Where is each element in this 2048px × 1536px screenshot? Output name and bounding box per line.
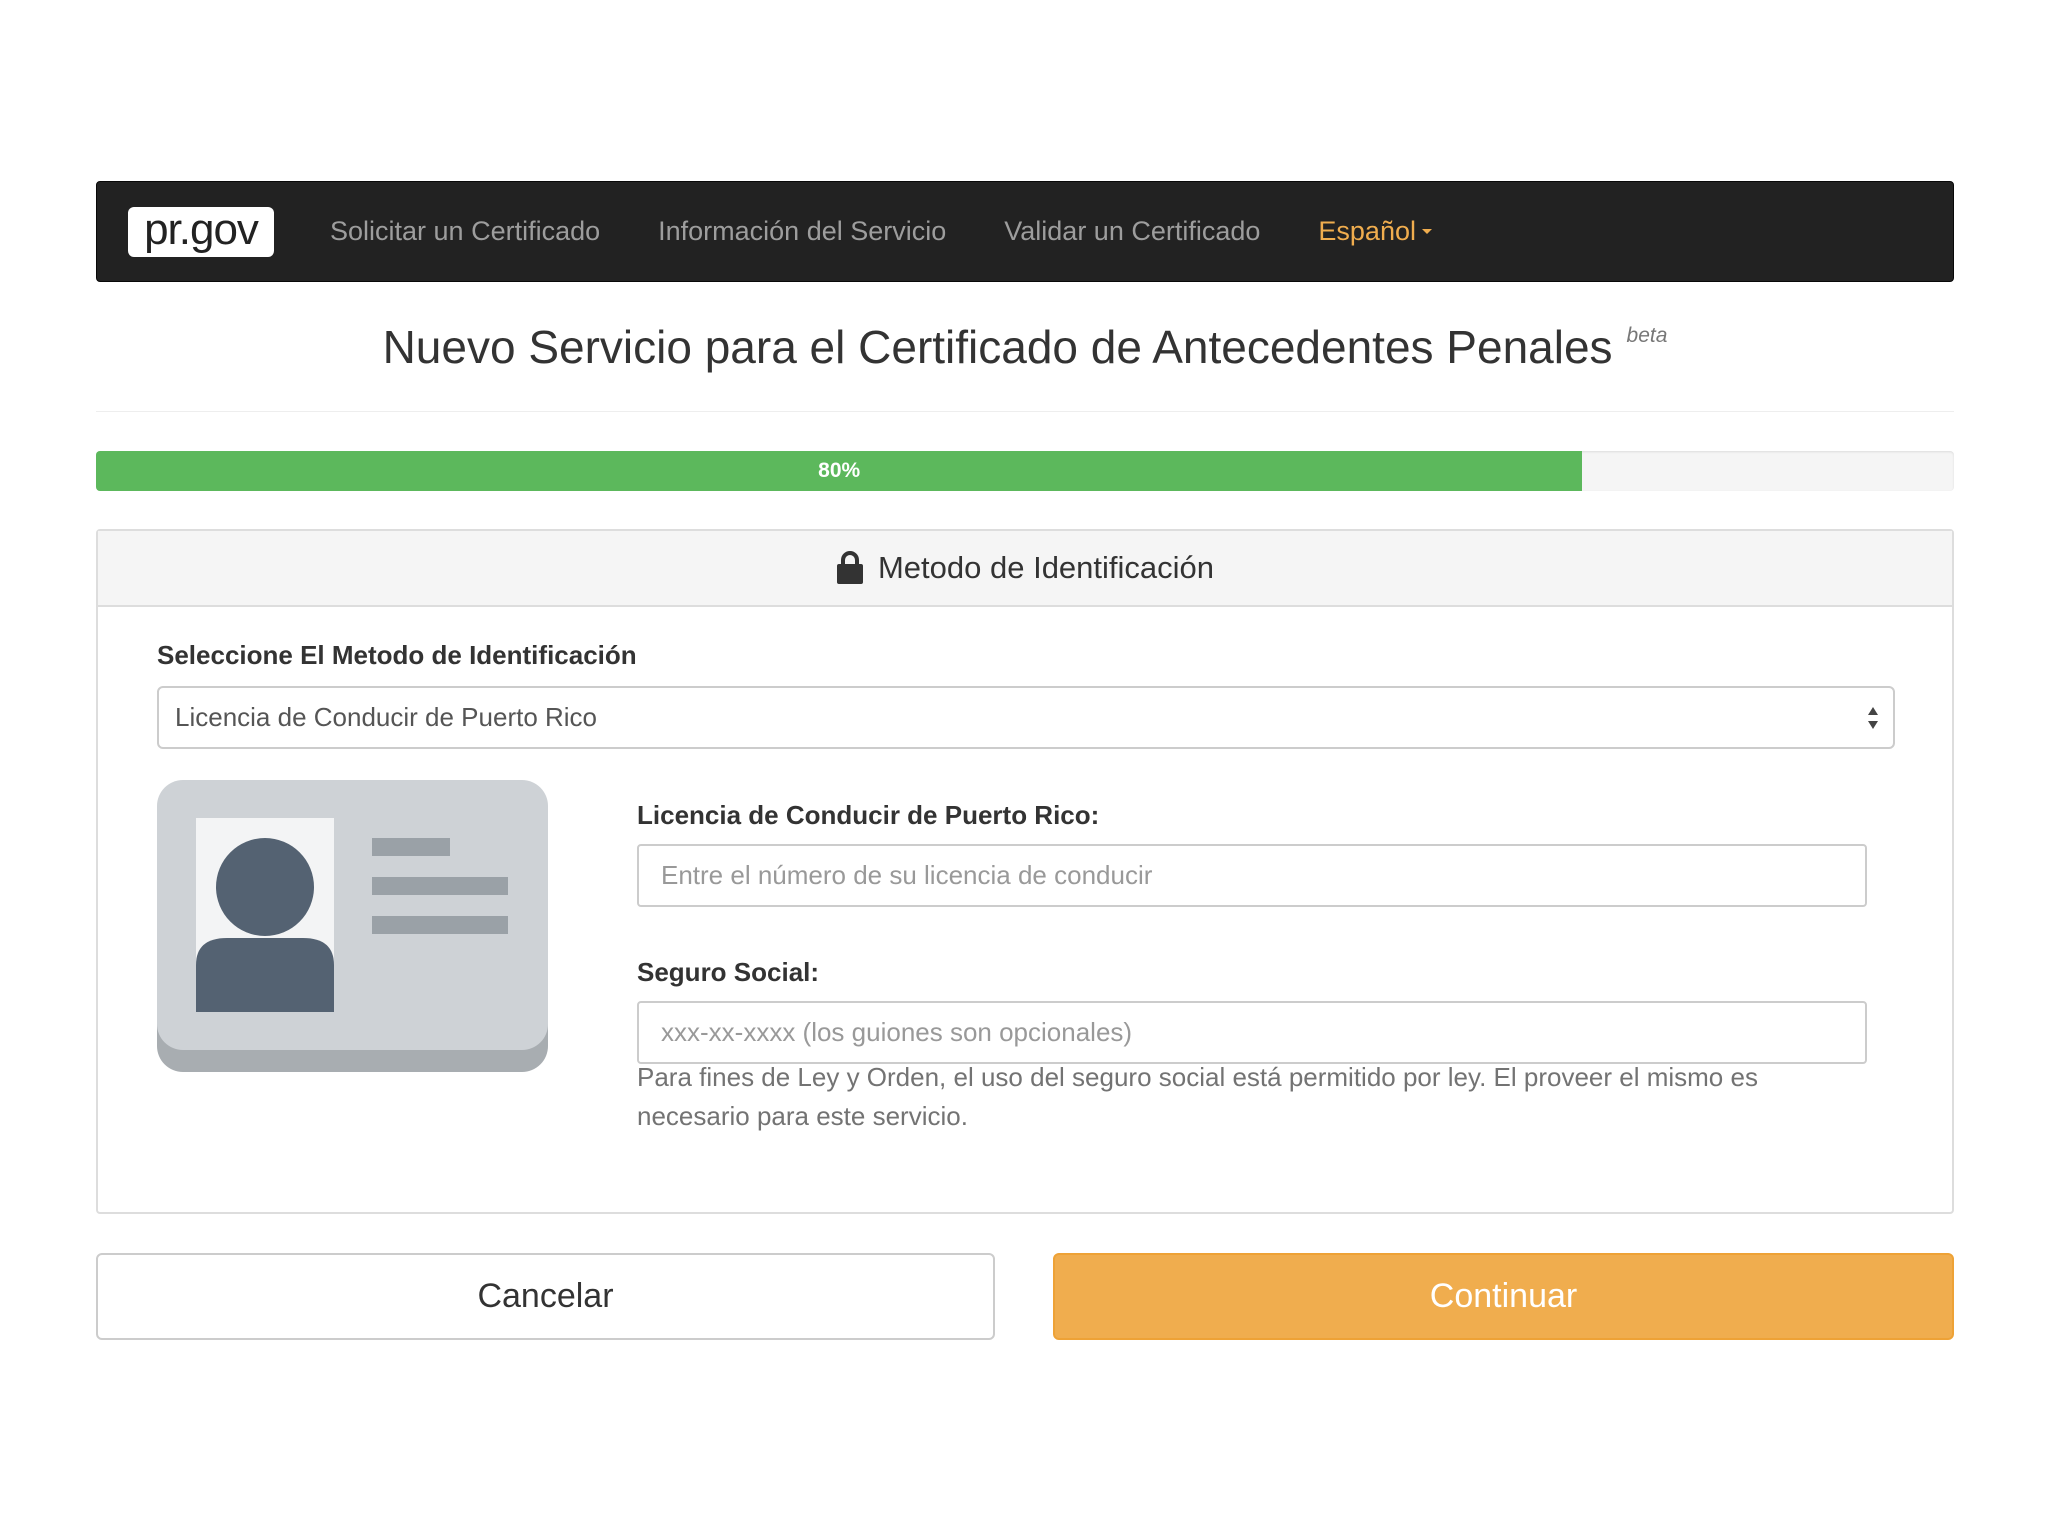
page-title: Nuevo Servicio para el Certificado de An…: [382, 321, 1613, 373]
ssn-input[interactable]: [637, 1001, 1867, 1064]
ssn-help-text: Para fines de Ley y Orden, el uso del se…: [637, 1062, 1758, 1131]
panel-title: Metodo de Identificación: [877, 550, 1215, 585]
brand-logo[interactable]: pr.gov: [128, 204, 274, 257]
cancel-button[interactable]: Cancelar: [96, 1253, 995, 1340]
title-divider: [96, 411, 1954, 412]
language-label: Español: [1318, 216, 1416, 246]
license-number-input[interactable]: [637, 844, 1867, 907]
continue-button[interactable]: Continuar: [1053, 1253, 1954, 1340]
beta-badge: beta: [1626, 324, 1668, 347]
nav-link-solicitar[interactable]: Solicitar un Certificado: [330, 216, 600, 247]
language-dropdown[interactable]: Español: [1318, 216, 1432, 247]
nav-link-validar[interactable]: Validar un Certificado: [1004, 216, 1260, 247]
progress-label: 80%: [818, 459, 861, 482]
lock-icon: [836, 551, 863, 584]
identification-method-select[interactable]: Licencia de Conducir de Puerto Rico: [157, 686, 1895, 749]
id-card-icon: [157, 780, 548, 1072]
panel-heading: Metodo de Identificación: [98, 531, 1952, 607]
progress-bar-track: 80%: [96, 451, 1954, 491]
nav-link-informacion[interactable]: Información del Servicio: [658, 216, 946, 247]
nav-links: Solicitar un Certificado Información del…: [330, 216, 1432, 247]
caret-down-icon: [1421, 229, 1432, 234]
license-label: Licencia de Conducir de Puerto Rico:: [637, 800, 1100, 830]
page: pr.gov Solicitar un Certificado Informac…: [0, 0, 2048, 1536]
select-value: Licencia de Conducir de Puerto Rico: [175, 702, 598, 732]
progress-bar-fill: 80%: [96, 451, 1583, 491]
identification-panel: Metodo de Identificación Seleccione El M…: [96, 529, 1954, 1214]
brand-text: pr.gov: [144, 204, 259, 254]
navbar: pr.gov Solicitar un Certificado Informac…: [96, 181, 1954, 282]
select-label: Seleccione El Metodo de Identificación: [157, 640, 637, 670]
ssn-label: Seguro Social:: [637, 957, 820, 987]
title-row: Nuevo Servicio para el Certificado de An…: [96, 312, 1954, 382]
select-arrows-icon: [1868, 707, 1878, 729]
